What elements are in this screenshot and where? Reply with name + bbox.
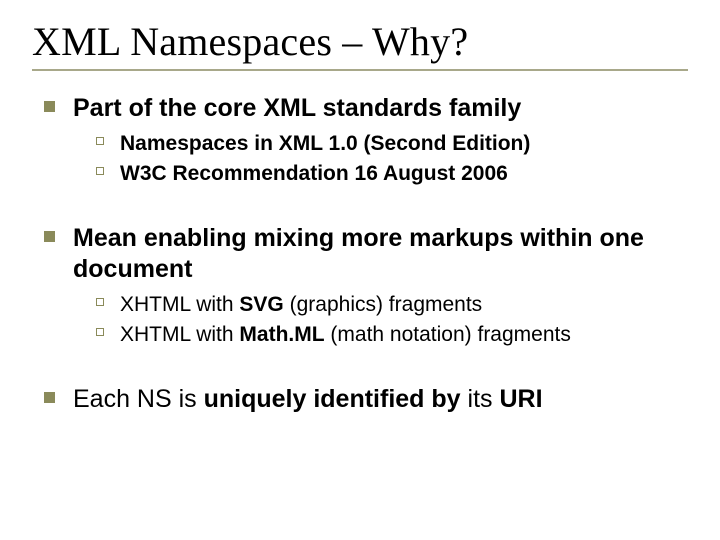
bullet-level2: XHTML with SVG (graphics) fragments <box>96 291 688 318</box>
slide: XML Namespaces – Why? Part of the core X… <box>0 0 720 540</box>
sub-list: Namespaces in XML 1.0 (Second Edition) W3… <box>96 130 688 187</box>
slide-title: XML Namespaces – Why? <box>32 18 688 65</box>
bullet-text: Each NS is uniquely identified by its UR… <box>73 384 543 415</box>
square-bullet-icon <box>44 101 55 112</box>
square-bullet-icon <box>44 392 55 403</box>
bullet-level2: Namespaces in XML 1.0 (Second Edition) <box>96 130 688 157</box>
hollow-square-bullet-icon <box>96 298 104 306</box>
bullet-text: W3C Recommendation 16 August 2006 <box>120 160 508 187</box>
bullet-text: XHTML with Math.ML (math notation) fragm… <box>120 321 571 348</box>
bullet-text: Namespaces in XML 1.0 (Second Edition) <box>120 130 530 157</box>
bullet-list: Part of the core XML standards family Nam… <box>32 93 688 415</box>
bullet-level1: Part of the core XML standards family <box>44 93 688 124</box>
bullet-text: Mean enabling mixing more markups within… <box>73 223 688 286</box>
hollow-square-bullet-icon <box>96 137 104 145</box>
bullet-level1: Mean enabling mixing more markups within… <box>44 223 688 286</box>
bullet-level2: XHTML with Math.ML (math notation) fragm… <box>96 321 688 348</box>
bullet-text: XHTML with SVG (graphics) fragments <box>120 291 482 318</box>
bullet-text: Part of the core XML standards family <box>73 93 521 124</box>
sub-list: XHTML with SVG (graphics) fragments XHTML… <box>96 291 688 348</box>
square-bullet-icon <box>44 231 55 242</box>
hollow-square-bullet-icon <box>96 167 104 175</box>
title-rule <box>32 69 688 71</box>
bullet-level2: W3C Recommendation 16 August 2006 <box>96 160 688 187</box>
bullet-level1: Each NS is uniquely identified by its UR… <box>44 384 688 415</box>
hollow-square-bullet-icon <box>96 328 104 336</box>
